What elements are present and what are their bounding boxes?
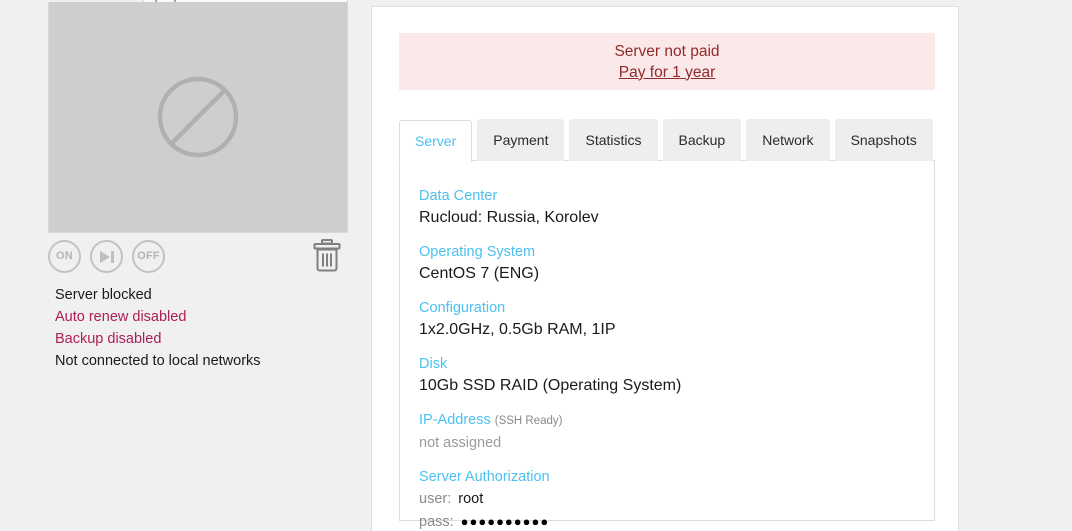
server-detail-list: Data Center Rucloud: Russia, Korolev Ope… <box>419 186 919 531</box>
auth-user-value: root <box>458 491 484 507</box>
detail-label-text: IP-Address <box>419 412 491 428</box>
alert-title: Server not paid <box>614 42 720 60</box>
auth-pass-value[interactable]: ●●●●●●●●●● <box>461 514 550 529</box>
console-screen-preview[interactable] <box>48 2 348 233</box>
detail-group-operating-system: Operating System CentOS 7 (ENG) <box>419 242 919 285</box>
tabstrip: Server Payment Statistics Backup Network… <box>399 119 933 162</box>
status-line: Server blocked <box>55 287 152 303</box>
detail-label: Disk <box>419 356 448 372</box>
detail-value: 1x2.0GHz, 0.5Gb RAM, 1IP <box>419 321 616 338</box>
ssh-ready-note: (SSH Ready) <box>494 415 563 427</box>
tab-snapshots[interactable]: Snapshots <box>834 119 933 161</box>
server-status-list: Server blocked Auto renew disabled Backu… <box>55 284 355 372</box>
tab-payment[interactable]: Payment <box>477 119 565 161</box>
status-line: Backup disabled <box>55 331 162 347</box>
detail-value: CentOS 7 (ENG) <box>419 265 540 282</box>
tab-network[interactable]: Network <box>746 119 830 161</box>
detail-group-disk: Disk 10Gb SSD RAID (Operating System) <box>419 354 919 397</box>
auth-pass-row: pass: ●●●●●●●●●● <box>419 511 919 531</box>
tab-statistics[interactable]: Statistics <box>569 119 658 161</box>
page-root: ON OFF Server blocked Auto renew disable… <box>0 0 1072 531</box>
detail-group-data-center: Data Center Rucloud: Russia, Korolev <box>419 186 919 229</box>
reboot-button[interactable] <box>90 240 123 273</box>
power-controls: ON OFF <box>48 238 348 274</box>
detail-value: 10Gb SSD RAID (Operating System) <box>419 377 682 394</box>
payment-alert-banner: Server not paid Pay for 1 year <box>399 33 935 90</box>
power-on-label: ON <box>56 250 73 262</box>
pay-for-1-year-link[interactable]: Pay for 1 year <box>619 62 716 83</box>
auth-user-row: user: root <box>419 488 919 510</box>
detail-label: Configuration <box>419 300 506 316</box>
tab-content-server: Data Center Rucloud: Russia, Korolev Ope… <box>399 160 935 530</box>
detail-label: Server Authorization <box>419 469 550 485</box>
detail-value: not assigned <box>419 435 502 451</box>
trash-icon <box>313 239 341 272</box>
skip-forward-icon <box>99 250 114 263</box>
detail-label: IP-Address (SSH Ready) <box>419 410 919 431</box>
power-off-label: OFF <box>137 250 160 262</box>
auth-pass-key: pass: <box>419 514 454 530</box>
server-console-panel: ON OFF Server blocked Auto renew disable… <box>0 0 371 531</box>
detail-label: Operating System <box>419 244 536 260</box>
auth-user-key: user: <box>419 491 452 507</box>
no-signal-icon <box>157 76 239 158</box>
power-on-button[interactable]: ON <box>48 240 81 273</box>
tab-backup[interactable]: Backup <box>662 119 742 161</box>
status-line: Auto renew disabled <box>55 309 187 325</box>
detail-group-authorization: Server Authorization user: root pass: ●●●●… <box>419 467 919 531</box>
delete-server-button[interactable] <box>311 238 343 274</box>
server-details-card: Server not paid Pay for 1 year Server Pa… <box>371 6 959 531</box>
detail-value: Rucloud: Russia, Korolev <box>419 209 599 226</box>
power-off-button[interactable]: OFF <box>132 240 165 273</box>
detail-group-configuration: Configuration 1x2.0GHz, 0.5Gb RAM, 1IP <box>419 298 919 341</box>
status-line: Not connected to local networks <box>55 353 261 369</box>
detail-group-ip-address: IP-Address (SSH Ready) not assigned <box>419 410 919 454</box>
detail-label: Data Center <box>419 188 498 204</box>
tab-server[interactable]: Server <box>399 120 473 162</box>
